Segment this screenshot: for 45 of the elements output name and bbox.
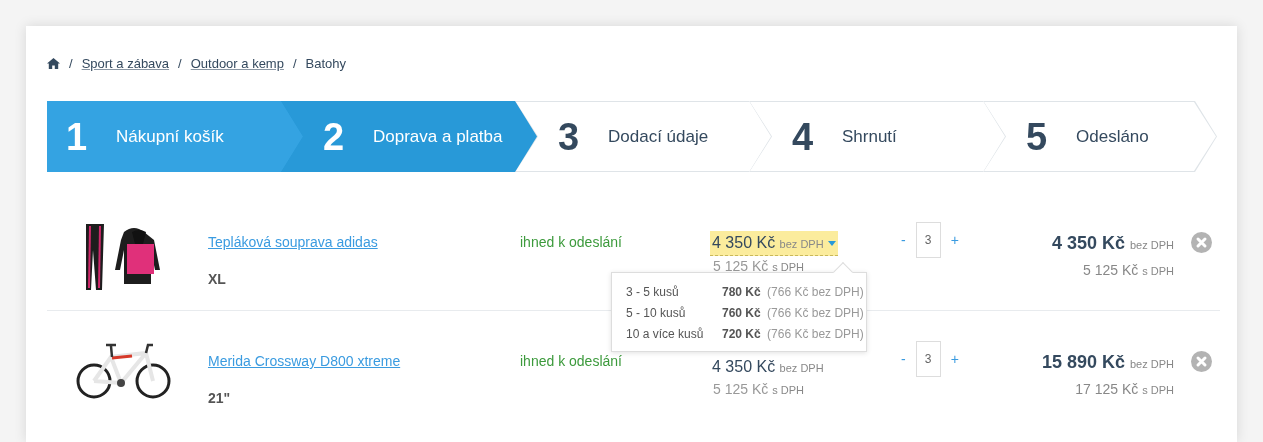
product-link[interactable]: Tepláková souprava adidas (208, 234, 378, 250)
unit-price-with-vat: 5 125 Kč s DPH (713, 380, 804, 399)
step-number: 4 (792, 117, 815, 156)
step-number: 3 (558, 117, 581, 156)
step-number: 2 (323, 117, 346, 156)
total-price-with-vat: 17 125 Kč s DPH (1075, 380, 1174, 399)
product-variant: XL (208, 270, 226, 289)
tier-quantity: 3 - 5 kusů (626, 283, 680, 301)
total-price: 15 890 Kč bez DPH (1041, 351, 1174, 374)
step-number: 5 (1026, 117, 1049, 156)
checkout-step[interactable]: 4 Shrnutí (749, 101, 983, 172)
tier-price: 760 Kč (766 Kč bez DPH) (722, 304, 864, 322)
total-price: 4 350 Kč bez DPH (1051, 232, 1174, 255)
checkout-step[interactable]: 3 Dodací údaje (515, 101, 749, 172)
tier-quantity: 10 a více kusů (626, 325, 705, 343)
step-label: Nákupní košík (116, 125, 224, 148)
breadcrumb-current: Batohy (305, 56, 347, 71)
breadcrumb-separator: / (69, 56, 73, 71)
quantity-input[interactable]: 3 (915, 341, 941, 377)
remove-button[interactable] (1191, 231, 1212, 253)
availability-status: ihned k odeslání (520, 353, 622, 369)
tier-price: 780 Kč (766 Kč bez DPH) (722, 283, 864, 301)
breadcrumb-link[interactable]: Outdoor a kemp (190, 56, 284, 71)
step-label: Shrnutí (842, 125, 897, 148)
caret-icon (827, 241, 836, 247)
breadcrumb-separator: / (292, 56, 297, 71)
quantity-input[interactable]: 3 (915, 222, 941, 258)
unit-price: 4 350 Kč bez DPH (711, 357, 825, 377)
remove-button[interactable] (1191, 350, 1212, 372)
tier-quantity: 5 - 10 kusů (626, 304, 687, 322)
availability-status: ihned k odeslání (520, 234, 622, 250)
checkout-step[interactable]: 5 Odesláno (983, 101, 1217, 172)
price-dropdown[interactable]: 4 350 Kč bez DPH (710, 231, 838, 256)
home-icon[interactable] (47, 58, 60, 69)
product-variant: 21" (208, 389, 231, 408)
breadcrumb-separator: / (178, 56, 182, 71)
breadcrumb-link[interactable]: Sport a zábava (81, 56, 170, 71)
tier-price: 720 Kč (766 Kč bez DPH) (722, 325, 864, 343)
unit-price-with-vat: 5 125 Kč s DPH (713, 257, 804, 276)
step-label: Dodací údaje (608, 125, 709, 148)
product-link[interactable]: Merida Crossway D800 xtreme (208, 353, 401, 369)
step-number: 1 (66, 117, 89, 156)
step-label: Doprava a platba (373, 125, 503, 148)
total-price-with-vat: 5 125 Kč s DPH (1083, 261, 1174, 280)
step-label: Odesláno (1076, 125, 1149, 148)
